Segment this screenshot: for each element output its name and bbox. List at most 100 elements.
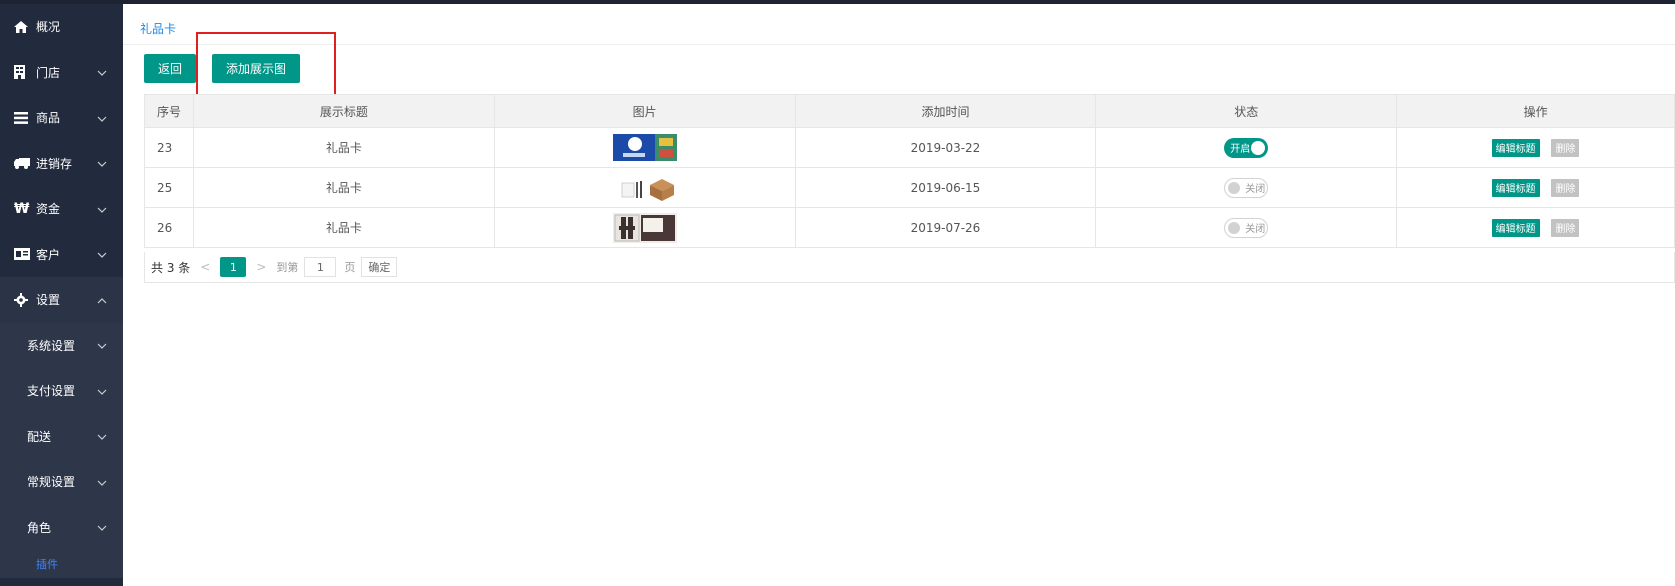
display-images-table: 序号 展示标题 图片 添加时间 状态 操作 23 礼品卡 2019-03-22 …: [144, 94, 1675, 248]
chevron-down-icon: [97, 249, 107, 263]
chevron-down-icon: [97, 431, 107, 445]
sidebar-subitem-general-settings[interactable]: 常规设置: [0, 459, 123, 505]
confirm-page-button[interactable]: 确定: [361, 257, 398, 277]
id-card-icon: [14, 248, 32, 261]
total-count: 共 3 条: [151, 260, 191, 275]
gear-icon: [14, 292, 32, 307]
row-actions: 编辑标题 删除: [1396, 207, 1675, 248]
column-header: 操作: [1396, 94, 1675, 128]
toggle-knob: [1228, 221, 1241, 234]
status-toggle-label: 开启: [1230, 144, 1251, 155]
sidebar-item-label: 商品: [36, 111, 61, 126]
sidebar-item-store[interactable]: 门店: [0, 50, 123, 96]
row-title: 礼品卡: [192, 167, 495, 208]
thumbnail-image[interactable]: [612, 134, 677, 161]
won-currency-icon: ₩: [14, 200, 30, 217]
sidebar-subitem-delivery[interactable]: 配送: [0, 413, 123, 459]
sidebar-item-settings[interactable]: 设置: [0, 277, 123, 323]
sidebar-item-label: 资金: [36, 202, 61, 217]
truck-icon: [14, 157, 32, 170]
row-title: 礼品卡: [192, 207, 495, 248]
delete-button[interactable]: 删除: [1551, 218, 1580, 237]
edit-title-button[interactable]: 编辑标题: [1491, 178, 1540, 197]
column-header: 序号: [144, 94, 194, 128]
status-toggle[interactable]: 开启: [1224, 137, 1269, 158]
chevron-down-icon: [97, 158, 107, 172]
status-toggle-label: 关闭: [1245, 184, 1266, 195]
row-actions: 编辑标题 删除: [1396, 127, 1675, 168]
breadcrumb[interactable]: 礼品卡: [140, 20, 176, 37]
chevron-down-icon: [97, 386, 107, 400]
row-date: 2019-07-26: [794, 207, 1097, 248]
sidebar-item-inventory[interactable]: 进销存: [0, 141, 123, 187]
highlight-box: [196, 32, 336, 98]
row-date: 2019-03-22: [794, 127, 1097, 168]
row-id: 23: [144, 127, 194, 168]
chevron-down-icon: [97, 522, 107, 536]
sidebar-item-funds[interactable]: ₩ 资金: [0, 186, 123, 232]
thumbnail-image[interactable]: [615, 172, 674, 203]
row-status: 关闭: [1095, 167, 1398, 208]
sidebar-item-label: 进销存: [36, 156, 73, 171]
home-icon: [14, 20, 32, 33]
edit-title-button[interactable]: 编辑标题: [1491, 218, 1540, 237]
toggle-knob: [1251, 140, 1266, 155]
page-input[interactable]: 1: [304, 257, 337, 277]
thumbnail-image[interactable]: [612, 212, 677, 243]
status-toggle[interactable]: 关闭: [1224, 217, 1269, 238]
row-image[interactable]: [493, 207, 796, 248]
chevron-down-icon: [97, 340, 107, 354]
next-page-icon[interactable]: >: [256, 260, 266, 274]
row-title: 礼品卡: [192, 127, 495, 168]
sidebar-subitem-label: 常规设置: [27, 475, 76, 490]
page-unit-label: 页: [344, 261, 356, 274]
sidebar-item-goods[interactable]: 商品: [0, 95, 123, 141]
pagination: 共 3 条 < 1 > 到第 1 页 确定: [144, 252, 1675, 283]
sidebar-subitem-label: 配送: [27, 429, 52, 444]
row-date: 2019-06-15: [794, 167, 1097, 208]
sidebar-subitem-roles[interactable]: 角色: [0, 504, 123, 550]
sidebar-subitem-plugins[interactable]: 插件: [0, 550, 123, 578]
sidebar-item-label: 设置: [36, 293, 61, 308]
prev-page-icon[interactable]: <: [200, 260, 210, 274]
divider: [123, 44, 1675, 45]
column-header: 状态: [1095, 94, 1398, 128]
table-row: 26 礼品卡 2019-07-26 关闭 编辑标题 删除: [144, 207, 1675, 248]
sidebar-item-customers[interactable]: 客户: [0, 232, 123, 278]
sidebar-subitem-system-settings[interactable]: 系统设置: [0, 322, 123, 368]
row-status: 开启: [1095, 127, 1398, 168]
column-header: 图片: [493, 94, 796, 128]
store-icon: [14, 65, 32, 80]
sidebar-item-overview[interactable]: 概况: [0, 4, 123, 50]
column-header: 添加时间: [794, 94, 1097, 128]
delete-button[interactable]: 删除: [1551, 178, 1580, 197]
row-image[interactable]: [493, 167, 796, 208]
delete-button[interactable]: 删除: [1551, 138, 1580, 157]
current-page[interactable]: 1: [220, 257, 247, 277]
row-status: 关闭: [1095, 207, 1398, 248]
sidebar-item-label: 概况: [36, 20, 61, 35]
sidebar-item-label: 客户: [36, 247, 61, 262]
edit-title-button[interactable]: 编辑标题: [1491, 138, 1540, 157]
chevron-down-icon: [97, 67, 107, 81]
chevron-up-icon: [97, 295, 107, 309]
sidebar-subitem-payment-settings[interactable]: 支付设置: [0, 368, 123, 414]
row-image[interactable]: [493, 127, 796, 168]
table-row: 25 礼品卡 2019-06-15 关闭 编辑标题 删除: [144, 167, 1675, 208]
sidebar-subitem-label: 系统设置: [27, 338, 76, 353]
list-icon: [14, 111, 32, 124]
toggle-knob: [1228, 181, 1241, 194]
sidebar-subitem-label: 支付设置: [27, 384, 76, 399]
sidebar: 概况 门店 商品 进销存 ₩ 资金 客户 设置 系统设置 支付设置 配送 常规设…: [0, 4, 123, 586]
row-id: 26: [144, 207, 194, 248]
goto-label: 到第: [276, 261, 299, 274]
row-actions: 编辑标题 删除: [1396, 167, 1675, 208]
table-row: 23 礼品卡 2019-03-22 开启 编辑标题 删除: [144, 127, 1675, 168]
main-content: 礼品卡 返回 添加展示图 序号 展示标题 图片 添加时间 状态 操作 23 礼品…: [123, 4, 1675, 586]
sidebar-item-label: 门店: [36, 65, 61, 80]
back-button[interactable]: 返回: [144, 54, 196, 83]
status-toggle[interactable]: 关闭: [1224, 177, 1269, 198]
chevron-down-icon: [97, 113, 107, 127]
status-toggle-label: 关闭: [1245, 224, 1266, 235]
sidebar-subitem-label: 插件: [36, 558, 58, 571]
